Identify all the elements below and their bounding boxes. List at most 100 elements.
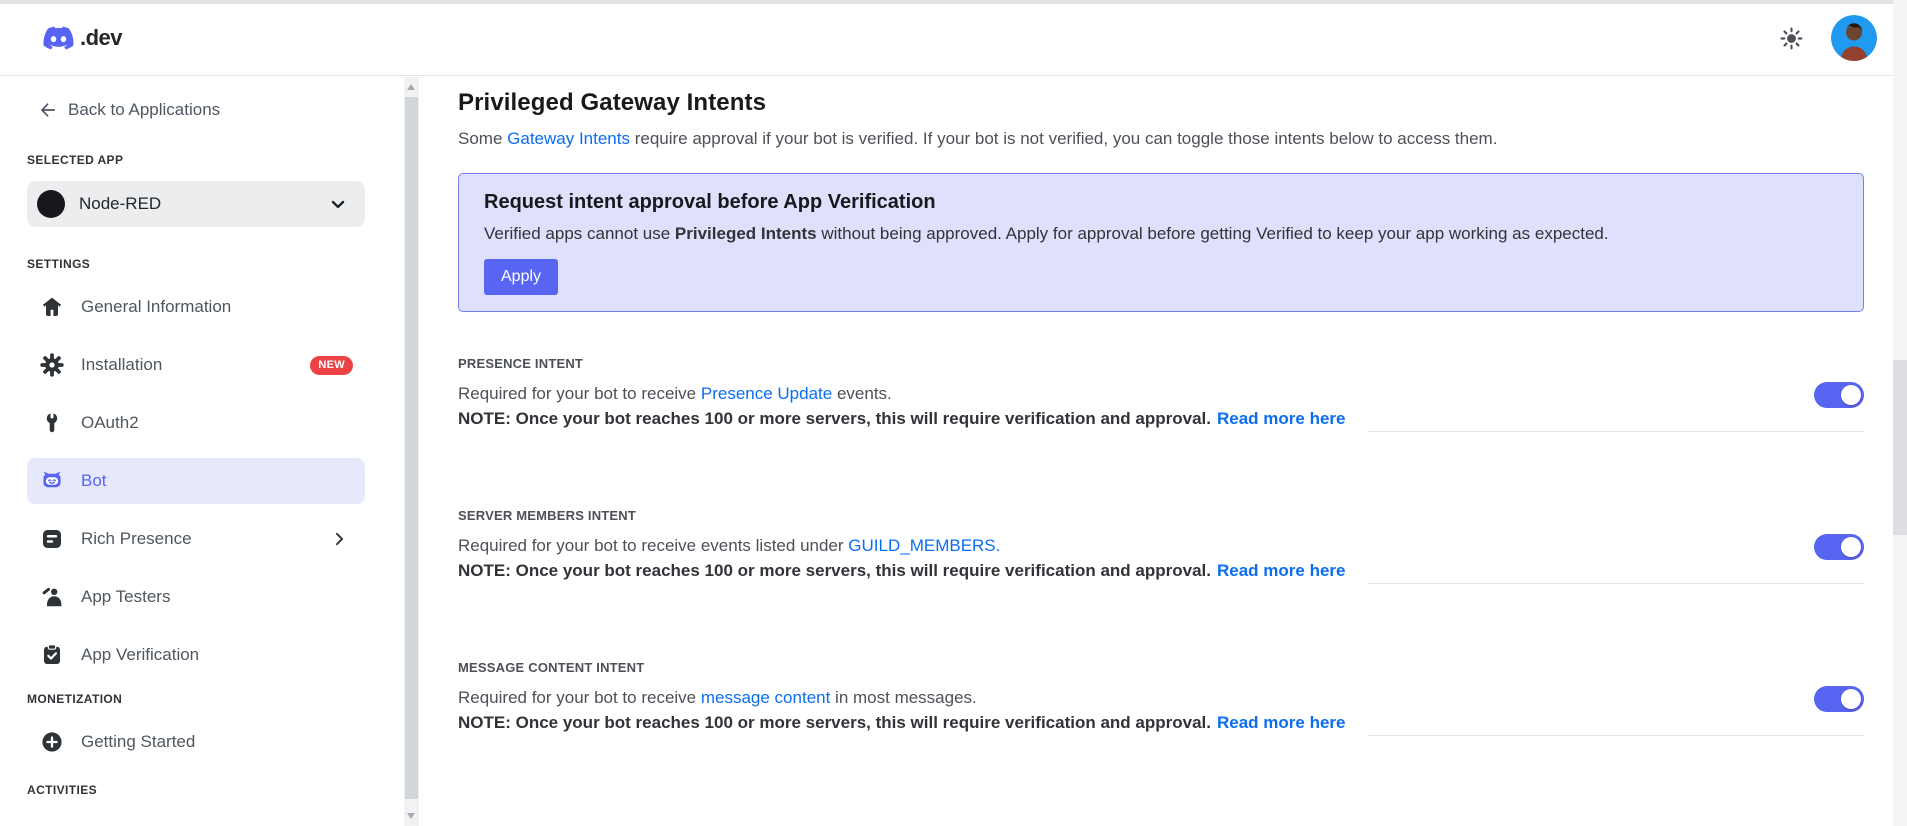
intent-description: Required for your bot to receive Presenc… [458, 382, 1864, 405]
callout-body-pre: Verified apps cannot use [484, 224, 675, 243]
app-name: Node-RED [79, 194, 162, 213]
sidebar-item-rich-presence[interactable]: Rich Presence [27, 516, 365, 562]
intent-description: Required for your bot to receive events … [458, 534, 1864, 557]
back-arrow-icon [38, 100, 58, 120]
sidebar-scrollbar-thumb[interactable] [405, 97, 418, 799]
plus-circle-icon [40, 730, 64, 754]
user-avatar[interactable] [1831, 15, 1877, 61]
server-members-intent-section: SERVER MEMBERS INTENT Required for your … [458, 508, 1864, 584]
server-members-intent-toggle[interactable] [1814, 534, 1864, 560]
discord-dev-logo[interactable]: .dev [40, 23, 123, 53]
desc-pre: Required for your bot to receive events … [458, 536, 849, 555]
presence-update-link[interactable]: Presence Update [701, 384, 832, 403]
nav-label: App Testers [81, 587, 171, 606]
toggle-knob [1841, 689, 1861, 709]
clipboard-check-icon [40, 643, 64, 667]
desc-post: events. [832, 384, 892, 403]
section-divider [1367, 431, 1864, 432]
desc-post: in most messages. [830, 688, 977, 707]
page-title: Privileged Gateway Intents [458, 89, 767, 116]
guild-members-link[interactable]: GUILD_MEMBERS. [848, 536, 1000, 555]
desc-pre: Required for your bot to receive [458, 688, 701, 707]
apply-button[interactable]: Apply [484, 259, 559, 295]
intent-label: SERVER MEMBERS INTENT [458, 508, 637, 523]
discord-logo-icon [40, 23, 77, 53]
settings-heading: SETTINGS [27, 257, 91, 271]
note-text: NOTE: Once your bot reaches 100 or more … [458, 409, 1211, 428]
message-content-intent-toggle[interactable] [1814, 686, 1864, 712]
brand-text: .dev [80, 24, 123, 50]
app-selector-dropdown[interactable]: Node-RED [27, 181, 365, 227]
rich-presence-icon [40, 527, 64, 551]
callout-body: Verified apps cannot use Privileged Inte… [484, 223, 1838, 245]
intent-approval-callout: Request intent approval before App Verif… [458, 173, 1864, 312]
monetization-nav: Getting Started [27, 719, 404, 765]
sidebar-scrollbar[interactable] [404, 77, 419, 826]
chevron-down-icon [327, 193, 349, 215]
sidebar-item-bot[interactable]: Bot [27, 458, 365, 504]
scrollbar-down-arrow-icon[interactable] [407, 813, 415, 819]
nav-label: OAuth2 [81, 413, 139, 432]
intro-post: require approval if your bot is verified… [629, 129, 1498, 148]
sidebar-item-app-testers[interactable]: App Testers [27, 574, 365, 620]
presence-intent-toggle[interactable] [1814, 382, 1864, 408]
monetization-heading: MONETIZATION [27, 692, 123, 706]
presence-intent-section: PRESENCE INTENT Required for your bot to… [458, 356, 1864, 432]
desc-pre: Required for your bot to receive [458, 384, 701, 403]
toggle-knob [1841, 537, 1861, 557]
chevron-right-icon [329, 529, 349, 549]
callout-title: Request intent approval before App Verif… [484, 191, 936, 213]
sidebar-item-oauth2[interactable]: OAuth2 [27, 400, 365, 446]
back-label: Back to Applications [68, 100, 221, 119]
nav-label: Bot [81, 471, 107, 490]
sidebar-item-app-verification[interactable]: App Verification [27, 632, 365, 678]
nav-label: Getting Started [81, 732, 196, 751]
sidebar-item-general-information[interactable]: General Information [27, 284, 365, 330]
app-header: .dev [0, 0, 1907, 76]
intent-label: PRESENCE INTENT [458, 356, 584, 371]
nav-label: Installation [81, 355, 163, 374]
nav-label: App Verification [81, 645, 200, 664]
home-icon [40, 295, 64, 319]
intent-label: MESSAGE CONTENT INTENT [458, 660, 645, 675]
read-more-link[interactable]: Read more here [1217, 712, 1346, 734]
toggle-knob [1841, 385, 1861, 405]
window-scrollbar[interactable] [1893, 0, 1907, 826]
note-text: NOTE: Once your bot reaches 100 or more … [458, 713, 1211, 732]
read-more-link[interactable]: Read more here [1217, 408, 1346, 430]
new-badge: NEW [310, 355, 353, 375]
callout-body-bold: Privileged Intents [674, 224, 817, 243]
window-scrollbar-thumb[interactable] [1893, 360, 1907, 535]
intro-pre: Some [458, 129, 508, 148]
message-content-link[interactable]: message content [701, 688, 830, 707]
main-content: Privileged Gateway Intents Some Gateway … [419, 77, 1907, 826]
intent-note: NOTE: Once your bot reaches 100 or more … [458, 408, 1864, 432]
section-divider [1367, 583, 1864, 584]
message-content-intent-section: MESSAGE CONTENT INTENT Required for your… [458, 660, 1864, 736]
nav-label: Rich Presence [81, 529, 192, 548]
theme-toggle-sun-icon[interactable] [1778, 25, 1805, 52]
intent-description: Required for your bot to receive message… [458, 686, 1864, 709]
activities-heading: ACTIVITIES [27, 783, 98, 797]
intro-text: Some Gateway Intents require approval if… [458, 129, 1864, 149]
nav-label: General Information [81, 297, 232, 316]
settings-nav: General Information Installation NEW OAu… [27, 284, 404, 678]
sidebar-item-installation[interactable]: Installation NEW [27, 342, 365, 388]
bot-icon [40, 469, 64, 493]
gateway-intents-link[interactable]: Gateway Intents [507, 129, 630, 148]
window-top-edge [0, 0, 1893, 4]
person-raising-hand-icon [40, 585, 64, 609]
callout-body-post: without being approved. Apply for approv… [816, 224, 1609, 243]
wrench-icon [40, 411, 64, 435]
note-text: NOTE: Once your bot reaches 100 or more … [458, 561, 1211, 580]
scrollbar-up-arrow-icon[interactable] [407, 84, 415, 90]
intent-note: NOTE: Once your bot reaches 100 or more … [458, 712, 1864, 736]
back-to-applications-link[interactable]: Back to Applications [38, 100, 220, 120]
section-divider [1367, 735, 1864, 736]
selected-app-heading: SELECTED APP [27, 153, 124, 167]
sidebar: Back to Applications SELECTED APP Node-R… [0, 77, 404, 826]
read-more-link[interactable]: Read more here [1217, 560, 1346, 582]
gear-icon [40, 353, 64, 377]
app-avatar [37, 190, 65, 218]
sidebar-item-getting-started[interactable]: Getting Started [27, 719, 365, 765]
